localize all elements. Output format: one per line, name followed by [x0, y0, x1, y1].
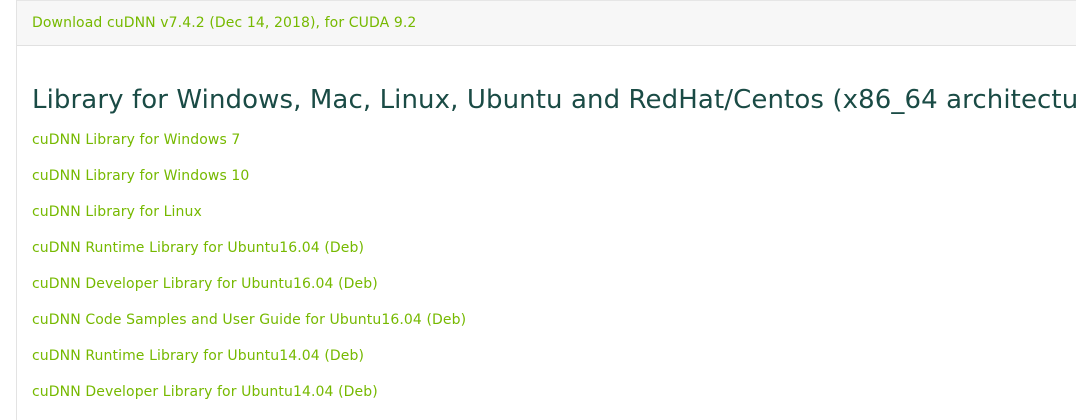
cudnn-version-accordion-link[interactable]: Download cuDNN v7.4.2 (Dec 14, 2018), fo… — [32, 13, 416, 33]
accordion-header[interactable]: Download cuDNN v7.4.2 (Dec 14, 2018), fo… — [17, 0, 1076, 46]
list-item: cuDNN Library for Windows 10 — [32, 165, 466, 201]
section-title: Library for Windows, Mac, Linux, Ubuntu … — [32, 85, 1076, 115]
list-item: cuDNN Code Samples and User Guide for Ub… — [32, 309, 466, 345]
list-item: cuDNN Runtime Library for Ubuntu16.04 (D… — [32, 237, 466, 273]
linux-library-link[interactable]: cuDNN Library for Linux — [32, 204, 202, 220]
page: { "accordion": { "label": "Download cuDN… — [0, 0, 1076, 420]
list-item: cuDNN Library for Linux — [32, 201, 466, 237]
ubuntu1604-developer-link[interactable]: cuDNN Developer Library for Ubuntu16.04 … — [32, 276, 378, 292]
list-item: cuDNN Library for Windows 7 — [32, 129, 466, 165]
ubuntu1604-runtime-link[interactable]: cuDNN Runtime Library for Ubuntu16.04 (D… — [32, 240, 364, 256]
windows10-library-link[interactable]: cuDNN Library for Windows 10 — [32, 168, 249, 184]
windows7-library-link[interactable]: cuDNN Library for Windows 7 — [32, 132, 240, 148]
download-panel: Download cuDNN v7.4.2 (Dec 14, 2018), fo… — [16, 0, 1076, 420]
ubuntu1404-developer-link[interactable]: cuDNN Developer Library for Ubuntu14.04 … — [32, 384, 378, 400]
list-item: cuDNN Developer Library for Ubuntu14.04 … — [32, 381, 466, 417]
download-list: cuDNN Library for Windows 7 cuDNN Librar… — [32, 129, 466, 417]
list-item: cuDNN Developer Library for Ubuntu16.04 … — [32, 273, 466, 309]
list-item: cuDNN Runtime Library for Ubuntu14.04 (D… — [32, 345, 466, 381]
ubuntu1404-runtime-link[interactable]: cuDNN Runtime Library for Ubuntu14.04 (D… — [32, 348, 364, 364]
ubuntu1604-samples-link[interactable]: cuDNN Code Samples and User Guide for Ub… — [32, 312, 466, 328]
